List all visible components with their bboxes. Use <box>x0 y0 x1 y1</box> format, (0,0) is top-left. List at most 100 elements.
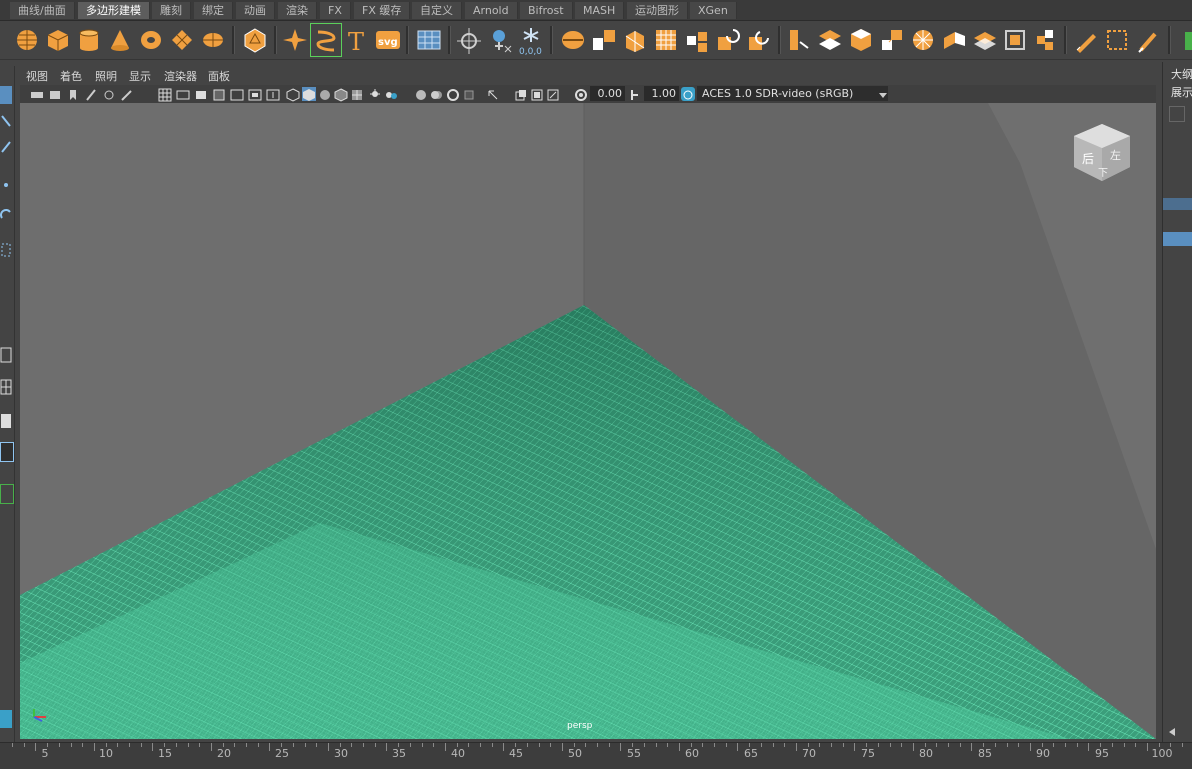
gate-mask-icon[interactable] <box>212 87 226 101</box>
anti-aliasing-icon[interactable] <box>446 87 460 101</box>
depth-of-field-icon[interactable] <box>462 87 476 101</box>
cylinder-icon[interactable] <box>74 24 104 56</box>
paint-select-icon[interactable] <box>0 138 12 156</box>
gamma-field[interactable]: 1.00 <box>644 86 679 101</box>
menu-show[interactable]: 显示 <box>129 68 151 84</box>
snap-icon[interactable] <box>485 24 515 56</box>
freeze-icon[interactable]: 0,0,0 <box>516 24 546 56</box>
ambient-occlusion-icon[interactable] <box>414 87 428 101</box>
scale-tool-icon[interactable] <box>0 241 12 259</box>
isolate-select-icon[interactable] <box>486 87 500 101</box>
four-view-icon[interactable] <box>0 378 12 396</box>
sweep-icon[interactable] <box>310 23 342 57</box>
shadows-icon[interactable] <box>384 87 398 101</box>
select-camera-icon[interactable] <box>30 87 44 101</box>
rotate-tool-icon[interactable] <box>0 206 12 224</box>
xray-icon[interactable] <box>334 87 348 102</box>
cube-icon[interactable] <box>43 24 73 56</box>
shelf-tab-animation[interactable]: 动画 <box>236 2 275 19</box>
offset-loop-icon[interactable] <box>908 24 938 56</box>
insert-edgeloop-icon[interactable] <box>877 24 907 56</box>
shelf-tab-bifrost[interactable]: Bifrost <box>520 2 573 19</box>
exposure-icon[interactable] <box>574 87 588 101</box>
safe-action-icon[interactable] <box>248 87 262 101</box>
exposure-field[interactable]: 0.00 <box>590 86 625 101</box>
outliner-show-menu[interactable]: 展示 <box>1171 84 1192 100</box>
mirror-icon[interactable] <box>846 24 876 56</box>
bounding-box-icon[interactable] <box>1102 24 1132 56</box>
persp-graph-view-icon[interactable] <box>0 484 14 504</box>
shelf-tab-rendering[interactable]: 渲染 <box>278 2 317 19</box>
disc-icon[interactable] <box>198 24 228 56</box>
shelf-tab-xgen[interactable]: XGen <box>690 2 737 19</box>
center-pivot-icon[interactable] <box>454 24 484 56</box>
wireframe-on-shaded-icon[interactable] <box>318 87 332 101</box>
time-slider[interactable]: 5 10 15 20 25 30 35 40 45 50 55 60 65 70… <box>0 742 1192 769</box>
bookmarks-icon[interactable] <box>66 87 80 101</box>
select-tool-icon[interactable] <box>0 86 12 104</box>
persp-outliner-view-icon[interactable] <box>0 442 14 462</box>
plane-icon[interactable] <box>167 24 197 56</box>
fill-hole-icon[interactable] <box>744 24 774 56</box>
menu-view[interactable]: 视图 <box>26 68 48 84</box>
type-icon[interactable]: T <box>342 24 372 56</box>
torus-icon[interactable] <box>136 24 166 56</box>
color-space-dropdown[interactable]: ACES 1.0 SDR-video (sRGB) <box>697 86 888 101</box>
film-gate-icon[interactable] <box>176 87 190 101</box>
grid-icon[interactable] <box>414 24 444 56</box>
camera-attributes-icon[interactable] <box>48 87 62 101</box>
single-view-icon[interactable] <box>0 346 12 364</box>
lasso-tool-icon[interactable] <box>0 112 12 130</box>
xray-active-icon[interactable] <box>530 87 544 101</box>
shelf-tab-sculpt[interactable]: 雕刻 <box>152 2 191 19</box>
field-chart-icon[interactable] <box>230 87 244 101</box>
smooth-icon[interactable] <box>620 24 650 56</box>
gamma-icon[interactable] <box>628 87 642 101</box>
platonic-icon[interactable] <box>240 24 270 56</box>
multicut-icon[interactable] <box>784 24 814 56</box>
extrude-icon[interactable] <box>651 24 681 56</box>
safe-title-icon[interactable] <box>266 87 280 101</box>
resolution-gate-icon[interactable] <box>194 87 208 101</box>
image-plane-icon[interactable] <box>84 87 98 101</box>
outliner-filter-icon[interactable] <box>1169 106 1185 122</box>
brush-icon[interactable] <box>1133 24 1163 56</box>
superellipse-icon[interactable] <box>280 24 310 56</box>
combine-icon[interactable] <box>558 24 588 56</box>
relax-icon[interactable] <box>970 24 1000 56</box>
pen-icon[interactable] <box>1071 24 1101 56</box>
menu-lighting[interactable]: 照明 <box>95 68 117 84</box>
hud-icon[interactable] <box>546 87 560 101</box>
shelf-tab-mash[interactable]: MASH <box>575 2 625 19</box>
xray-joints-icon[interactable] <box>514 87 528 101</box>
separate-icon[interactable] <box>589 24 619 56</box>
shelf-tab-arnold[interactable]: Arnold <box>465 2 518 19</box>
crease-icon[interactable] <box>1000 24 1030 56</box>
shelf-tab-fx[interactable]: FX <box>320 2 351 19</box>
target-weld-icon[interactable] <box>815 24 845 56</box>
sculpt-icon[interactable] <box>1031 24 1061 56</box>
textured-icon[interactable] <box>350 87 364 101</box>
shelf-tab-rigging[interactable]: 绑定 <box>194 2 233 19</box>
script-editor-icon[interactable] <box>0 710 12 728</box>
shelf-tab-custom[interactable]: 自定义 <box>412 2 462 19</box>
shelf-tab-curves[interactable]: 曲线/曲面 <box>10 2 75 19</box>
wireframe-icon[interactable] <box>286 87 300 102</box>
use-all-lights-icon[interactable] <box>368 87 382 101</box>
viewport-canvas[interactable]: 后 左 下 <box>20 103 1156 739</box>
shelf-tab-fx-cache[interactable]: FX 缓存 <box>354 2 411 19</box>
shelf-tab-motion-graphics[interactable]: 运动图形 <box>627 2 688 19</box>
outliner-toggle-icon[interactable] <box>1176 24 1192 56</box>
chevron-down-icon[interactable] <box>876 87 890 101</box>
menu-shading[interactable]: 着色 <box>60 68 82 84</box>
motion-blur-icon[interactable] <box>430 87 444 101</box>
smooth-shade-icon[interactable] <box>302 87 316 101</box>
menu-renderer[interactable]: 渲染器 <box>164 68 197 84</box>
sphere-icon[interactable] <box>12 24 42 56</box>
bridge-icon[interactable] <box>682 24 712 56</box>
scroll-left-icon[interactable] <box>1167 722 1177 736</box>
cone-icon[interactable] <box>105 24 135 56</box>
viewport-persp[interactable]: 后 左 下 <box>20 103 1156 739</box>
grease-pencil-icon[interactable] <box>120 87 134 101</box>
grid-toggle-icon[interactable] <box>158 87 172 102</box>
